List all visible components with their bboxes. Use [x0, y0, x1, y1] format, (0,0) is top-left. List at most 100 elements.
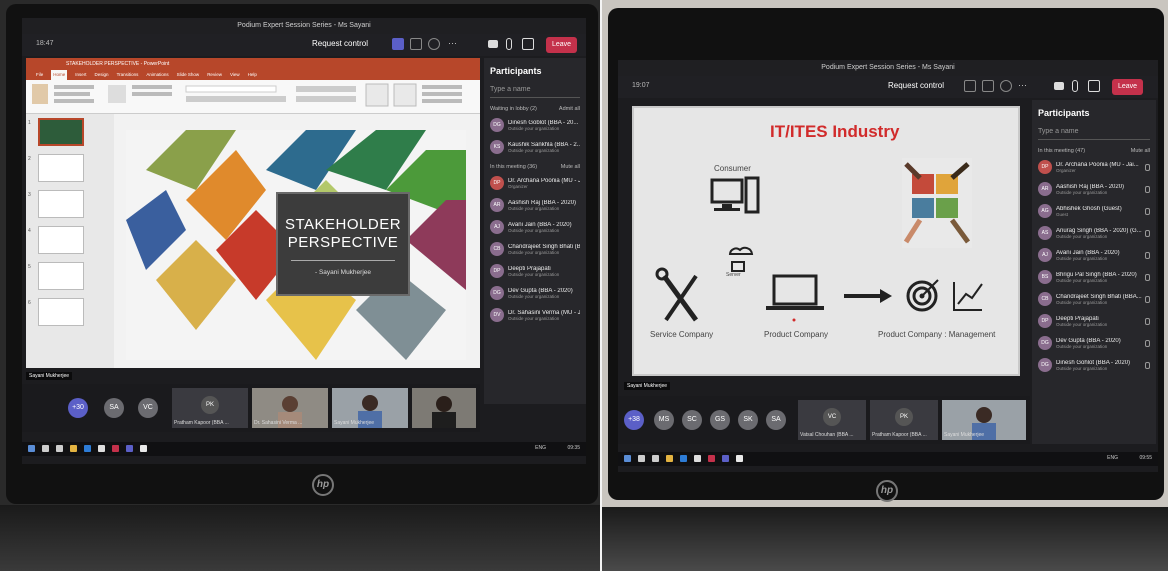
slide-thumb-4[interactable] [38, 226, 84, 254]
store-icon[interactable] [98, 445, 105, 452]
search-icon[interactable] [638, 455, 645, 462]
tile-label: Sayani Mukherjee [334, 420, 375, 426]
camera-icon[interactable] [488, 40, 498, 48]
ribbon-tab-file[interactable]: File [36, 70, 43, 80]
more-options-icon[interactable]: ··· [1018, 80, 1030, 92]
participant-search-input[interactable]: Type a name [1038, 128, 1150, 140]
chat-icon[interactable] [982, 80, 994, 92]
participant-row[interactable]: DG Dev Gupta (BBA - 2020) Outside your org… [1038, 334, 1150, 352]
participant-row[interactable]: AR Aashish Raj (BBA - 2020) Outside your … [490, 196, 580, 214]
participant-tile-vc[interactable]: VC Vatsal Chouhan (BBA ... [798, 400, 866, 440]
ribbon-tab-design[interactable]: Design [95, 70, 109, 80]
slide-thumb-2[interactable] [38, 154, 84, 182]
participant-row[interactable]: AJ Avani Jain (BBA - 2020) Outside your or… [1038, 246, 1150, 264]
admit-all-button[interactable]: Admit all [559, 106, 580, 112]
participants-icon[interactable] [392, 38, 404, 50]
participant-tile-sa[interactable]: SA [766, 410, 786, 430]
participant-tile-sa[interactable]: SA [104, 398, 124, 418]
chat-icon[interactable] [410, 38, 422, 50]
participant-row[interactable]: AR Aashish Raj (BBA - 2020) Outside your o… [1038, 180, 1150, 198]
slide-number: 3 [28, 192, 31, 198]
ribbon-tab-animations[interactable]: Animations [146, 70, 168, 80]
mute-all-button[interactable]: Mute all [561, 164, 580, 170]
ribbon-tab-transitions[interactable]: Transitions [117, 70, 139, 80]
start-icon[interactable] [28, 445, 35, 452]
participant-row[interactable]: DG Dinesh Gohlot (BBA - 2020) Outside your… [1038, 356, 1150, 374]
participant-video-3[interactable]: Sayani Mukherjee [332, 388, 408, 428]
participant-row[interactable]: AG Abhishek Ghosh (Guest) Guest [1038, 202, 1150, 220]
chrome-icon[interactable] [140, 445, 147, 452]
edge-icon[interactable] [680, 455, 687, 462]
participant-tile-sc[interactable]: SC [682, 410, 702, 430]
slide-thumb-1[interactable] [38, 118, 84, 146]
file-explorer-icon[interactable] [666, 455, 673, 462]
powerpoint-icon[interactable] [112, 445, 119, 452]
meeting-timer: 19:07 [632, 82, 650, 89]
participant-tile-pk[interactable]: PK Pratham Kapoor (BBA ... [870, 400, 938, 440]
participant-row[interactable]: DG Dev Gupta (BBA - 2020) Outside your or… [490, 284, 580, 302]
mic-icon[interactable] [1072, 80, 1078, 92]
participant-video-4[interactable] [412, 388, 476, 428]
raise-hand-icon[interactable] [1000, 80, 1012, 92]
ribbon-tab-review[interactable]: Review [207, 70, 222, 80]
clock[interactable]: 09:35 [567, 445, 580, 451]
ribbon-tab-view[interactable]: View [230, 70, 240, 80]
ribbon-tab-help[interactable]: Help [248, 70, 257, 80]
participant-row[interactable]: DP Dr. Archana Poonia (MU - Jai...Organi… [490, 174, 580, 192]
leave-button[interactable]: Leave [546, 37, 578, 53]
more-participants-badge[interactable]: +30 [68, 398, 88, 418]
slide-thumb-6[interactable] [38, 298, 84, 326]
request-control-button[interactable]: Request control [888, 81, 944, 90]
ribbon-tab-home[interactable]: Home [51, 70, 68, 80]
participant-row[interactable]: DP Deepti Prajapati Outside your organizat… [1038, 312, 1150, 330]
participant-tile-sk[interactable]: SK [738, 410, 758, 430]
participant-row[interactable]: DG Dinesh Goblot (BBA - 20... Outside you… [490, 116, 580, 134]
participant-row[interactable]: AS Anurag Singh (BBA - 2020) (G... Outside… [1038, 224, 1150, 242]
clock[interactable]: 09:55 [1139, 455, 1152, 461]
participant-video[interactable]: Sayani Mukherjee [942, 400, 1026, 440]
more-participants-badge[interactable]: +38 [624, 410, 644, 430]
share-icon[interactable] [522, 38, 534, 50]
participant-row[interactable]: AJ Avani Jain (BBA - 2020) Outside your o… [490, 218, 580, 236]
edge-icon[interactable] [84, 445, 91, 452]
participant-row[interactable]: DV Dr. Sahasini Verma (MU - Jaip...Outsi… [490, 306, 580, 324]
participant-row[interactable]: KS Kaushik Sankhla (BBA - 2... Outside yo… [490, 138, 580, 156]
task-view-icon[interactable] [56, 445, 63, 452]
participant-row[interactable]: CB Chandrajeet Singh Bhati (BBA... Outside… [1038, 290, 1150, 308]
participant-tile-pk[interactable]: PK Pratham Kapoor (BBA ... [172, 388, 248, 428]
mute-all-button[interactable]: Mute all [1131, 148, 1150, 154]
powerpoint-icon[interactable] [708, 455, 715, 462]
participant-tile-ms[interactable]: MS [654, 410, 674, 430]
file-explorer-icon[interactable] [70, 445, 77, 452]
task-view-icon[interactable] [652, 455, 659, 462]
request-control-button[interactable]: Request control [312, 39, 368, 48]
teams-icon[interactable] [126, 445, 133, 452]
participant-tile-vc[interactable]: VC [138, 398, 158, 418]
ribbon-tab-insert[interactable]: Insert [75, 70, 86, 80]
chrome-icon[interactable] [736, 455, 743, 462]
participant-row[interactable]: DP Deepti Prajapati Outside your organiza… [490, 262, 580, 280]
participant-search-input[interactable]: Type a name [490, 86, 580, 98]
slide-thumb-3[interactable] [38, 190, 84, 218]
search-icon[interactable] [42, 445, 49, 452]
share-icon[interactable] [1088, 80, 1100, 92]
participant-row[interactable]: BS Bhrigu Pal Singh (BBA - 2020) Outside y… [1038, 268, 1150, 286]
participant-tile-gs[interactable]: GS [710, 410, 730, 430]
more-options-icon[interactable]: ··· [448, 38, 460, 50]
mic-icon[interactable] [506, 38, 512, 50]
start-icon[interactable] [624, 455, 631, 462]
participant-row[interactable]: DP Dr. Archana Poonia (MU - Jai... Organiz… [1038, 158, 1150, 176]
ribbon-tab-slideshow[interactable]: Slide Show [177, 70, 200, 80]
language-indicator[interactable]: ENG [1107, 455, 1118, 461]
camera-icon[interactable] [1054, 82, 1064, 90]
raise-hand-icon[interactable] [428, 38, 440, 50]
language-indicator[interactable]: ENG [535, 445, 546, 451]
participant-role: Outside your organization [508, 293, 560, 299]
slide-thumb-5[interactable] [38, 262, 84, 290]
participants-icon[interactable] [964, 80, 976, 92]
participant-video-2[interactable]: Dr. Sahasini Verma ... [252, 388, 328, 428]
teams-icon[interactable] [722, 455, 729, 462]
participant-row[interactable]: CB Chandrajeet Singh Bhati (BBA...Outsid… [490, 240, 580, 258]
store-icon[interactable] [694, 455, 701, 462]
leave-button[interactable]: Leave [1112, 79, 1144, 95]
